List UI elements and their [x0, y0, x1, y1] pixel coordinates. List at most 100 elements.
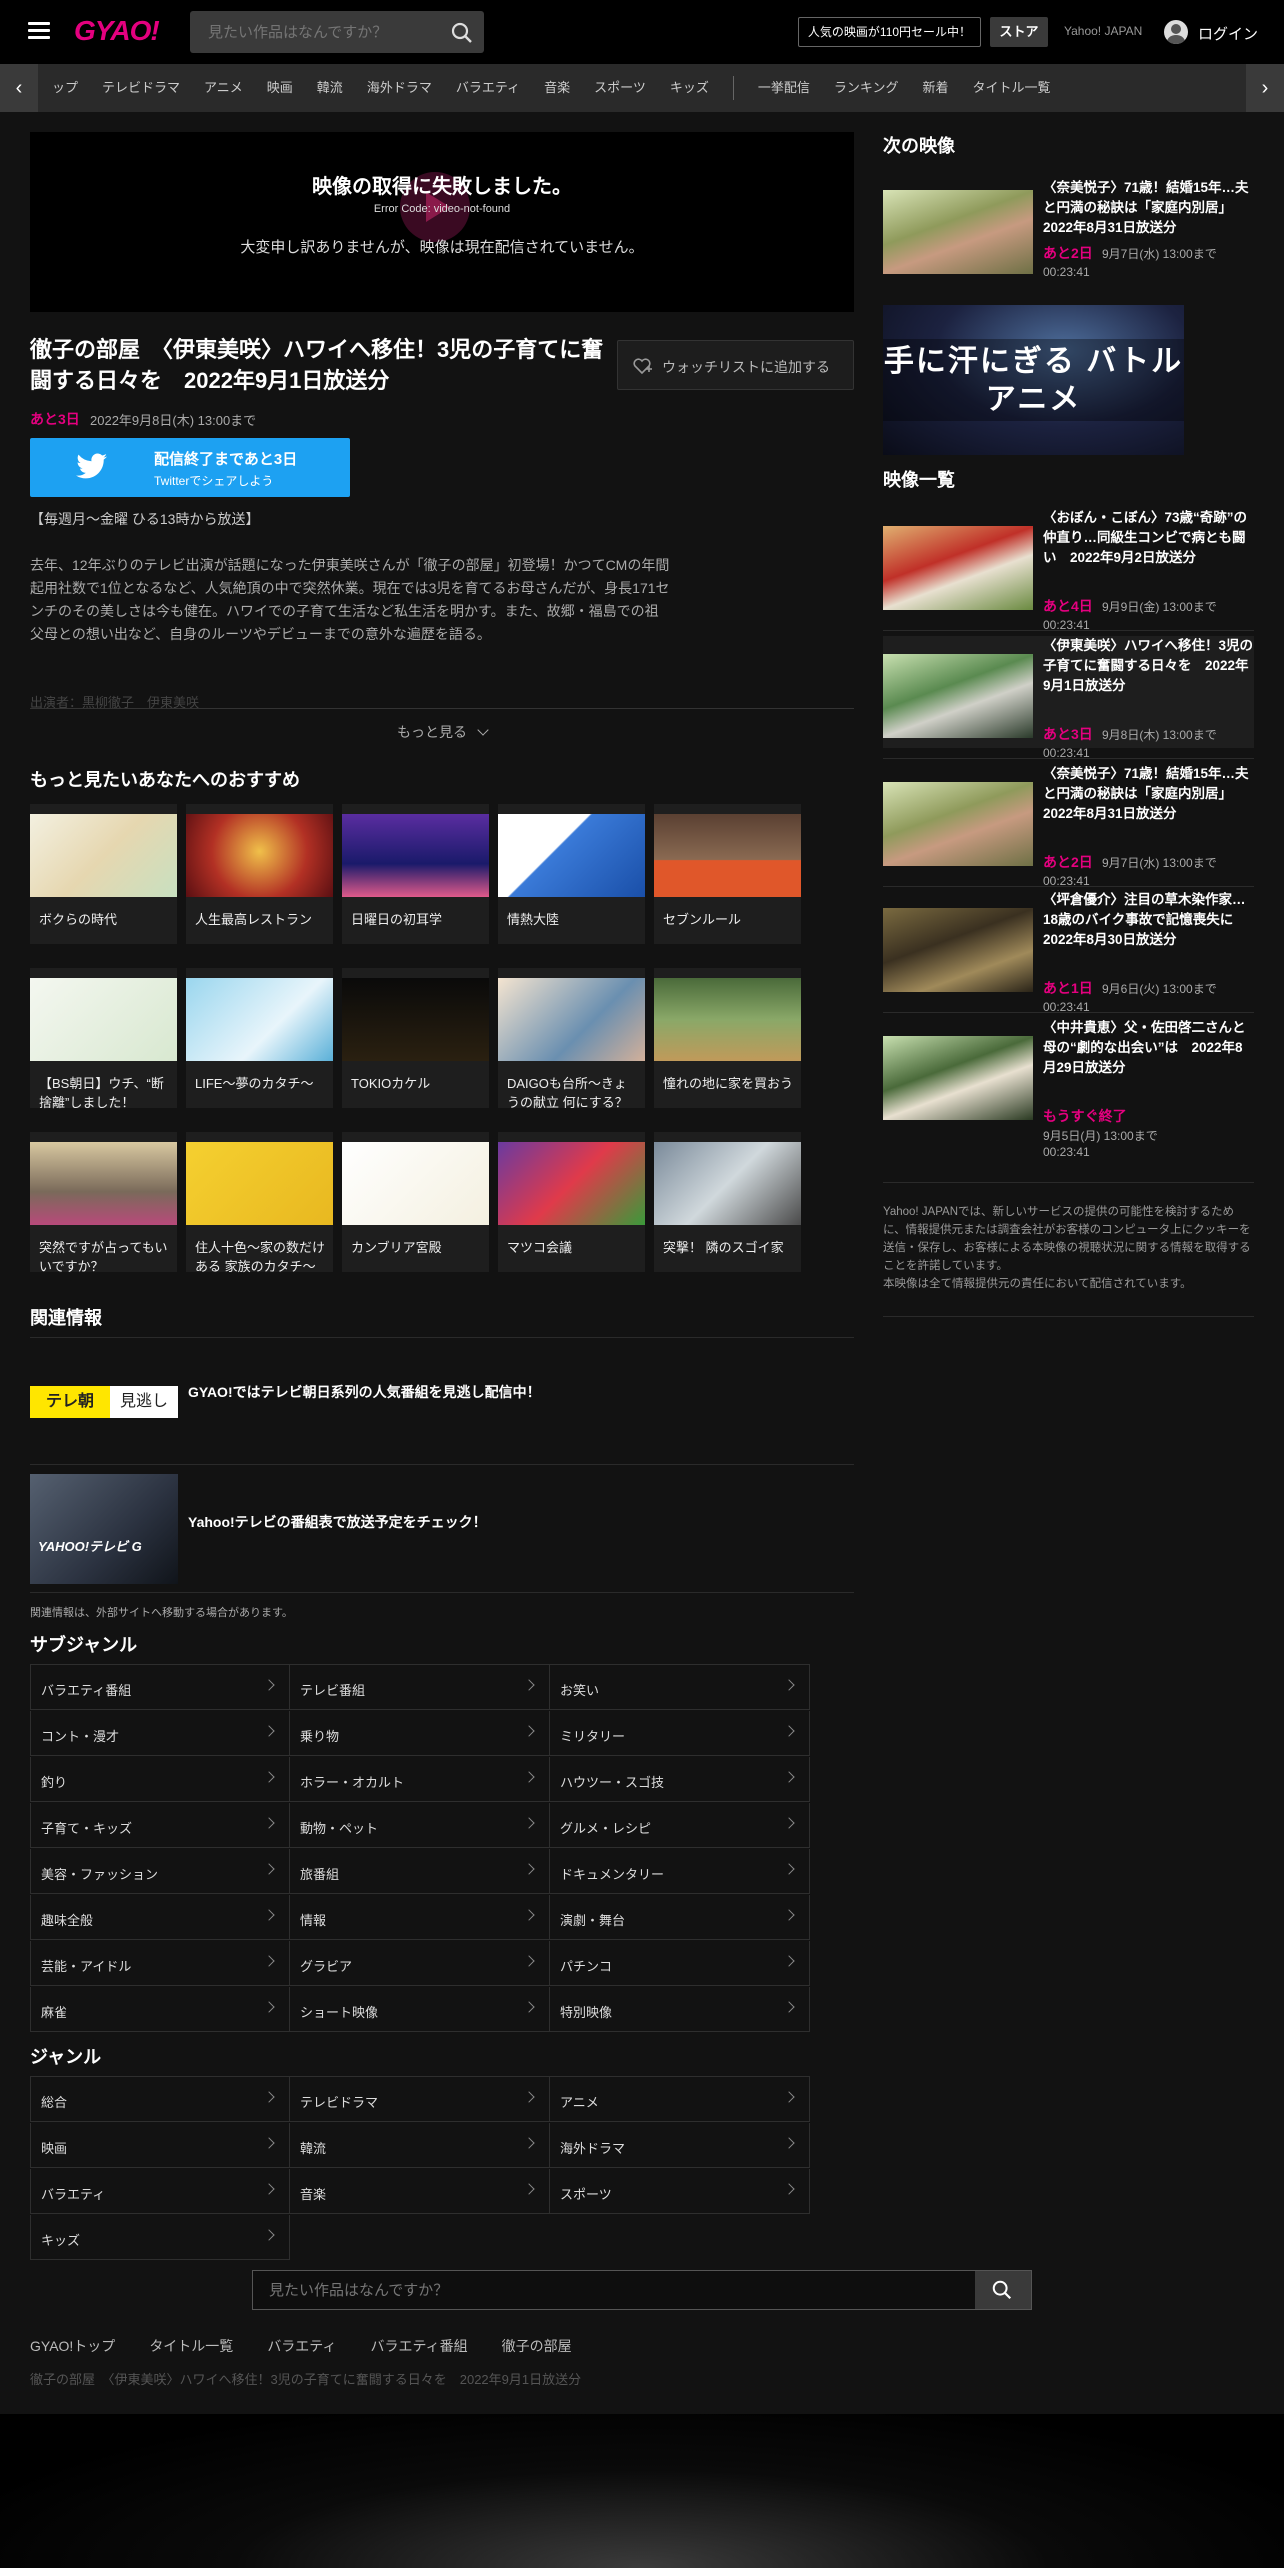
nav-item[interactable]: ランキング — [834, 64, 899, 112]
genre-item[interactable]: 総合 — [30, 2077, 290, 2122]
genre-item[interactable]: テレビドラマ — [290, 2077, 550, 2122]
nav-item[interactable]: キッズ — [670, 64, 709, 112]
nav-prev-arrow-icon[interactable]: ‹ — [0, 64, 38, 112]
subgenre-item[interactable]: テレビ番組 — [290, 1665, 550, 1710]
video-list-item[interactable]: 〈おぼん・こぼん〉73歳“奇跡”の仲直り…同級生コンビで病とも闘い 2022年9… — [883, 508, 1254, 632]
recommend-card[interactable]: 憧れの地に家を買おう — [654, 968, 801, 1108]
yahoo-japan-link[interactable]: Yahoo! JAPAN — [1064, 24, 1142, 38]
related-title: Yahoo!テレビの番組表で放送予定をチェック！ — [188, 1514, 487, 1530]
recommend-card[interactable]: 【BS朝日】ウチ、“断捨離”しました！ — [30, 968, 177, 1110]
subgenre-label: 情報 — [300, 1913, 327, 1928]
video-list-item[interactable]: 〈伊東美咲〉ハワイへ移住！3児の子育てに奮闘する日々を 2022年9月1日放送分… — [883, 636, 1254, 760]
footer-link[interactable]: GYAO!トップ — [30, 2338, 115, 2354]
nav-item[interactable]: 映画 — [267, 64, 293, 112]
recommend-card[interactable]: 突撃！ 隣のスゴイ家 — [654, 1132, 801, 1272]
recommend-card[interactable]: マツコ会議 — [498, 1132, 645, 1272]
subgenre-item[interactable]: ミリタリー — [550, 1711, 810, 1756]
recommend-card[interactable]: 突然ですが占ってもいいですか？ — [30, 1132, 177, 1274]
footer-link[interactable]: バラエティ番組 — [370, 2338, 467, 2354]
login-label: ログイン — [1198, 26, 1259, 43]
genre-item[interactable]: キッズ — [30, 2215, 290, 2260]
nav-item[interactable]: アニメ — [204, 64, 243, 112]
twitter-share-button[interactable]: 配信終了まであと3日 Twitterでシェアしよう — [30, 438, 350, 497]
recommend-card[interactable]: DAIGOも台所～きょうの献立 何にする？ — [498, 968, 645, 1110]
sale-link[interactable]: 人気の映画が110円セール中！ — [798, 17, 981, 47]
video-player[interactable]: 映像の取得に失敗しました。 Error Code: video-not-foun… — [30, 132, 854, 312]
subgenre-item[interactable]: グラビア — [290, 1941, 550, 1986]
subgenre-item[interactable]: バラエティ番組 — [30, 1665, 290, 1710]
subgenre-item[interactable]: 演劇・舞台 — [550, 1895, 810, 1940]
recommend-card[interactable]: LIFE～夢のカタチ～ — [186, 968, 333, 1108]
subgenre-item[interactable]: 乗り物 — [290, 1711, 550, 1756]
nav-item[interactable]: 音楽 — [544, 64, 570, 112]
footer-link[interactable]: タイトル一覧 — [149, 2338, 233, 2354]
search-input[interactable] — [190, 11, 440, 53]
genre-item[interactable]: 映画 — [30, 2123, 290, 2168]
video-list-item[interactable]: 〈坪倉優介〉注目の草木染作家…18歳のバイク事故で記憶喪失に 2022年8月30… — [883, 890, 1254, 1014]
subgenre-item[interactable]: 麻雀 — [30, 1987, 290, 2032]
show-more-button[interactable]: もっと見る — [30, 722, 854, 742]
video-list-item[interactable]: 〈中井貴恵〉父・佐田啓二さんと母の“劇的な出会い”は 2022年8月29日放送分… — [883, 1018, 1254, 1159]
nav-item[interactable]: スポーツ — [594, 64, 646, 112]
recommend-card[interactable]: 人生最高レストラン — [186, 804, 333, 944]
recommend-card[interactable]: 情熱大陸 — [498, 804, 645, 944]
store-button[interactable]: ストア — [990, 17, 1048, 47]
recommend-title: TOKIOカケル — [351, 1076, 431, 1091]
nav-item[interactable]: タイトル一覧 — [973, 64, 1051, 112]
subgenre-item[interactable]: コント・漫才 — [30, 1711, 290, 1756]
subgenre-label: 芸能・アイドル — [41, 1959, 132, 1974]
genre-item[interactable]: 海外ドラマ — [550, 2123, 810, 2168]
subgenre-item[interactable]: 旅番組 — [290, 1849, 550, 1894]
nav-item[interactable]: テレビドラマ — [102, 64, 180, 112]
nav-next-arrow-icon[interactable]: › — [1246, 64, 1284, 112]
battle-anime-banner[interactable]: 手に汗にぎる バトルアニメ — [883, 305, 1184, 455]
nav-item[interactable]: 韓流 — [317, 64, 343, 112]
subgenre-item[interactable]: ハウツー・スゴ技 — [550, 1757, 810, 1802]
subgenre-item[interactable]: 釣り — [30, 1757, 290, 1802]
genre-item[interactable]: 韓流 — [290, 2123, 550, 2168]
subgenre-item[interactable]: お笑い — [550, 1665, 810, 1710]
subgenre-item[interactable]: グルメ・レシピ — [550, 1803, 810, 1848]
recommend-card[interactable]: セブンルール — [654, 804, 801, 944]
add-to-watchlist-button[interactable]: ウォッチリストに追加する — [617, 340, 854, 390]
divider — [30, 1464, 854, 1465]
search-icon[interactable] — [450, 21, 474, 45]
subgenre-item[interactable]: 子育て・キッズ — [30, 1803, 290, 1848]
related-item[interactable]: YAHOO!テレビ G Yahoo!テレビの番組表で放送予定をチェック！ — [30, 1474, 854, 1588]
nav-item[interactable]: ップ — [52, 64, 78, 112]
recommend-card[interactable]: カンブリア宮殿 — [342, 1132, 489, 1272]
bottom-search-input[interactable] — [253, 2271, 973, 2309]
genre-item[interactable]: アニメ — [550, 2077, 810, 2122]
recommend-card[interactable]: 住人十色～家の数だけある 家族のカタチ～ — [186, 1132, 333, 1274]
nav-item[interactable]: 新着 — [922, 64, 948, 112]
subgenre-item[interactable]: 趣味全般 — [30, 1895, 290, 1940]
subgenre-item[interactable]: ショート映像 — [290, 1987, 550, 2032]
episode-description: 去年、12年ぶりのテレビ出演が話題になった伊東美咲さんが「徹子の部屋」初登場！か… — [30, 557, 670, 642]
nav-item[interactable]: 一挙配信 — [758, 64, 810, 112]
subgenre-item[interactable]: 情報 — [290, 1895, 550, 1940]
nav-item[interactable]: 海外ドラマ — [367, 64, 432, 112]
recommend-card[interactable]: ボクらの時代 — [30, 804, 177, 944]
genre-item[interactable]: バラエティ — [30, 2169, 290, 2214]
genre-item[interactable]: 音楽 — [290, 2169, 550, 2214]
footer-link[interactable]: 徹子の部屋 — [502, 2338, 572, 2354]
video-list-item[interactable]: 〈奈美悦子〉71歳！結婚15年…夫と円満の秘訣は「家庭内別居」 2022年8月3… — [883, 764, 1254, 888]
nav-item[interactable]: バラエティ — [456, 64, 520, 112]
subgenre-item[interactable]: 特別映像 — [550, 1987, 810, 2032]
subgenre-item[interactable]: パチンコ — [550, 1941, 810, 1986]
related-item[interactable]: テレ朝 見逃し GYAO!ではテレビ朝日系列の人気番組を見逃し配信中！ — [30, 1344, 854, 1464]
hamburger-menu-icon[interactable] — [28, 22, 50, 40]
recommend-card[interactable]: 日曜日の初耳学 — [342, 804, 489, 944]
chevron-right-icon — [783, 2091, 795, 2103]
genre-item[interactable]: スポーツ — [550, 2169, 810, 2214]
subgenre-item[interactable]: 芸能・アイドル — [30, 1941, 290, 1986]
bottom-search-button[interactable] — [975, 2271, 1031, 2309]
subgenre-item[interactable]: ドキュメンタリー — [550, 1849, 810, 1894]
recommend-card[interactable]: TOKIOカケル — [342, 968, 489, 1108]
footer-link[interactable]: バラエティ — [267, 2338, 336, 2354]
subgenre-item[interactable]: ホラー・オカルト — [290, 1757, 550, 1802]
next-video-item[interactable]: 〈奈美悦子〉71歳！結婚15年…夫と円満の秘訣は「家庭内別居」 2022年8月3… — [883, 176, 1254, 288]
subgenre-item[interactable]: 美容・ファッション — [30, 1849, 290, 1894]
subgenre-item[interactable]: 動物・ペット — [290, 1803, 550, 1848]
gyao-logo[interactable]: GYAO! — [74, 15, 160, 47]
